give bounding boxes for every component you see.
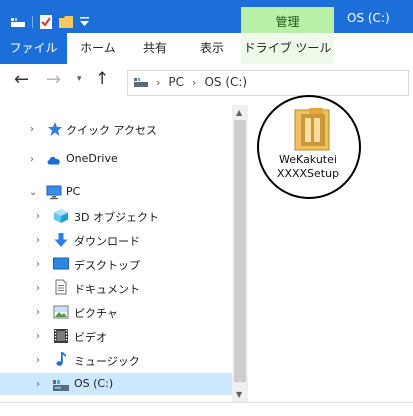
drive-icon — [53, 380, 69, 391]
sidebar-item-label: 3D オブジェクト — [74, 211, 159, 224]
file-name-line-1: WeKakutei — [279, 153, 337, 166]
sidebar-item-label: ミュージック — [74, 355, 140, 368]
chevron-right-icon[interactable]: › — [36, 211, 40, 222]
sidebar-item-os-c[interactable]: › OS (C:) — [0, 373, 232, 395]
chevron-right-icon[interactable]: › — [36, 355, 40, 366]
picture-icon — [53, 305, 69, 319]
sidebar-item-videos[interactable]: › ビデオ — [0, 325, 232, 347]
pc-drive-icon — [134, 78, 148, 87]
sidebar-item-label: クイック アクセス — [66, 124, 157, 137]
chevron-right-icon[interactable]: › — [36, 259, 40, 270]
sidebar-item-label: ピクチャ — [74, 307, 118, 320]
ribbon-tabs: ファイル ホーム 共有 表示 ドライブ ツール — [0, 33, 413, 65]
breadcrumb-drive[interactable]: OS (C:) — [204, 75, 247, 89]
sidebar-item-music[interactable]: › ミュージック — [0, 349, 232, 371]
sidebar-item-label: OneDrive — [66, 152, 118, 165]
monitor-icon — [46, 185, 62, 200]
scrollbar-thumb[interactable] — [234, 120, 246, 382]
cube-icon — [54, 209, 68, 223]
chevron-right-icon[interactable]: › — [36, 283, 40, 294]
address-row: ← → ▾ ↑ › PC › OS (C:) — [0, 64, 413, 104]
tab-view[interactable]: 表示 — [186, 33, 238, 64]
properties-icon[interactable] — [40, 15, 52, 29]
tab-file[interactable]: ファイル — [0, 33, 67, 64]
sidebar-item-label: デスクトップ — [74, 259, 140, 272]
forward-arrow-icon[interactable]: → — [46, 69, 61, 90]
sidebar-item-documents[interactable]: › ドキュメント — [0, 277, 232, 299]
address-bar[interactable]: › PC › OS (C:) — [127, 70, 409, 96]
download-arrow-icon — [54, 233, 68, 247]
star-icon — [48, 122, 62, 136]
chevron-right-icon[interactable]: › — [30, 154, 34, 165]
scroll-up-icon[interactable]: ▲ — [236, 108, 242, 117]
desktop-icon — [53, 257, 69, 270]
file-name-line-2: XXXXSetup — [276, 167, 340, 180]
sidebar-item-label: ビデオ — [74, 331, 107, 344]
chevron-right-icon[interactable]: › — [36, 235, 40, 246]
sidebar-item-label: ダウンロード — [74, 235, 140, 248]
chevron-right-icon[interactable]: › — [36, 331, 40, 342]
sidebar-item-3d-objects[interactable]: › 3D オブジェクト — [0, 205, 232, 227]
chevron-down-icon[interactable]: ⌄ — [29, 187, 37, 198]
quick-access-toolbar — [11, 15, 89, 29]
window-title: OS (C:) — [347, 11, 390, 25]
chevron-right-icon: › — [156, 75, 161, 89]
tab-home[interactable]: ホーム — [70, 33, 126, 64]
toolbar-separator — [32, 16, 33, 28]
sidebar-item-label: ドキュメント — [74, 283, 140, 296]
sidebar-item-quick-access[interactable]: › クイック アクセス — [0, 118, 232, 140]
up-arrow-icon[interactable]: ↑ — [95, 69, 109, 89]
bottom-divider — [0, 402, 413, 403]
document-icon — [55, 279, 67, 295]
sidebar-item-pictures[interactable]: › ピクチャ — [0, 301, 232, 323]
chevron-right-icon[interactable]: › — [36, 307, 40, 318]
cloud-icon — [47, 156, 60, 165]
film-icon — [54, 329, 68, 343]
sidebar-item-pc[interactable]: ⌄ PC — [0, 181, 232, 203]
sidebar-item-desktop[interactable]: › デスクトップ — [0, 253, 232, 275]
highlight-circle — [257, 95, 361, 199]
breadcrumb-pc[interactable]: PC — [168, 75, 184, 89]
sidebar-item-label: PC — [66, 185, 81, 198]
tab-drive-tools[interactable]: ドライブ ツール — [241, 33, 334, 64]
drive-app-icon — [11, 18, 25, 27]
customize-toolbar-icon[interactable] — [80, 17, 89, 27]
back-arrow-icon[interactable]: ← — [14, 69, 29, 90]
recent-locations-icon[interactable]: ▾ — [77, 74, 82, 84]
sidebar-item-onedrive[interactable]: › OneDrive — [0, 148, 232, 170]
tab-share[interactable]: 共有 — [130, 33, 180, 64]
sidebar-item-label: OS (C:) — [74, 377, 114, 390]
chevron-right-icon[interactable]: › — [36, 379, 40, 390]
sidebar-item-downloads[interactable]: › ダウンロード — [0, 229, 232, 251]
new-folder-icon[interactable] — [59, 15, 73, 29]
file-name-label: WeKakutei XXXXSetup — [262, 153, 354, 181]
chevron-right-icon[interactable]: › — [30, 124, 34, 135]
title-bar: 管理 OS (C:) — [0, 0, 413, 39]
music-note-icon — [56, 352, 66, 366]
scroll-down-icon[interactable]: ▼ — [236, 390, 242, 399]
chevron-right-icon: › — [192, 75, 197, 89]
